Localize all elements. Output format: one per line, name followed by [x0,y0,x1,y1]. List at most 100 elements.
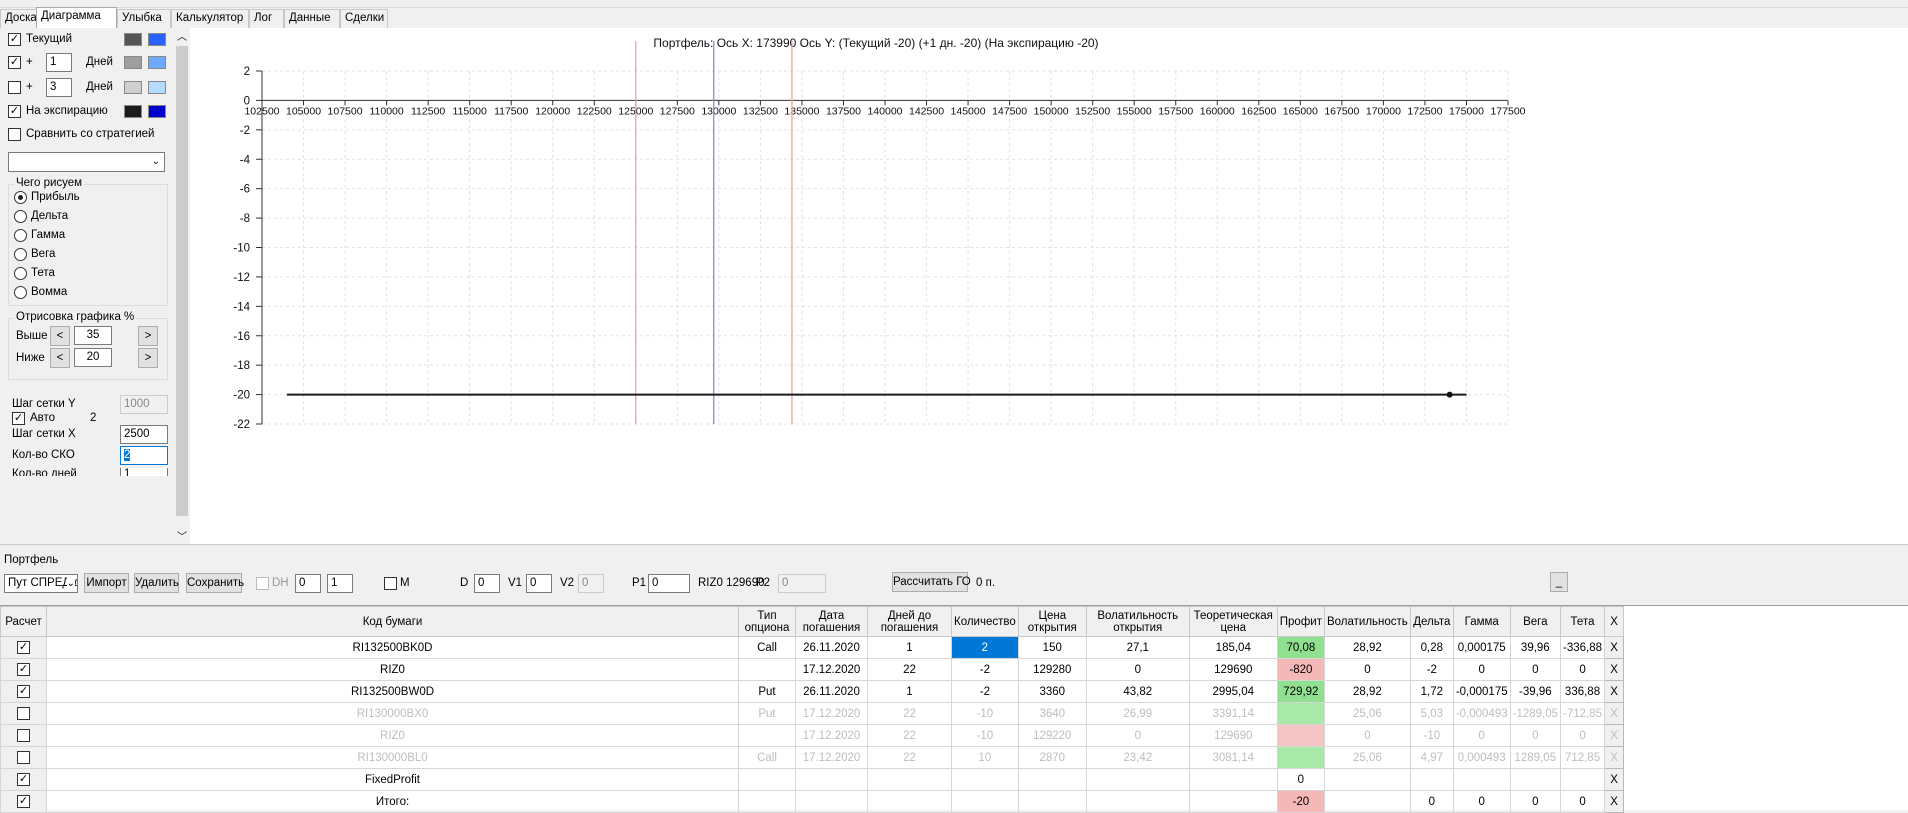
cut-input[interactable]: 1 [120,468,168,476]
tab-board[interactable]: Доска [0,9,37,28]
cell-qty[interactable]: -2 [951,658,1019,681]
column-header[interactable]: Гамма [1452,606,1511,637]
column-header[interactable]: Теоретическая цена [1188,606,1278,637]
cell-code[interactable]: RI132500BW0D [46,680,739,703]
cell-gamma[interactable]: -0,000493 [1452,702,1511,725]
cell-qty[interactable]: 10 [951,746,1019,769]
m-checkbox[interactable] [384,577,397,590]
cell-open[interactable]: 3360 [1017,680,1087,703]
cell-type[interactable] [738,790,796,813]
compare-checkbox[interactable] [8,128,21,141]
column-header[interactable]: Волатильность открытия [1085,606,1190,637]
tab-diagram[interactable]: Диаграмма [36,7,117,28]
cell-date[interactable]: 17.12.2020 [795,702,868,725]
cell-open[interactable]: 3640 [1017,702,1087,725]
cell-gamma[interactable]: 0 [1452,724,1511,747]
table-row[interactable]: ✓ RI132500BK0D Call 26.11.2020 1 2 150 27,1 185,… [0,636,1625,659]
cell-theta[interactable]: 0 [1560,724,1606,747]
cell-vol[interactable]: 28,92 [1323,636,1411,659]
remove-row-button[interactable]: X [1604,702,1625,725]
draw-option-radio[interactable] [14,267,27,280]
cell-days[interactable]: 22 [867,724,952,747]
current-color-1[interactable] [124,33,142,46]
cell-vol[interactable]: 0 [1323,724,1411,747]
save-button[interactable]: Сохранить [186,573,244,593]
calc-checkbox[interactable]: ✓ [17,685,30,698]
cell-gamma[interactable]: -0,000175 [1452,680,1511,703]
cell-qty[interactable] [951,768,1019,791]
table-row[interactable]: RIZ0 17.12.2020 22 -10 129220 0 129690 0 -10 0 0 0 X [0,724,1625,747]
cell-vol_open[interactable]: 23,42 [1085,746,1190,769]
calc-checkbox[interactable] [17,751,30,764]
cell-code[interactable]: RI130000BX0 [46,702,739,725]
cell-profit[interactable]: 729,92 [1276,680,1325,703]
cell-delta[interactable]: 4,97 [1409,746,1454,769]
cell-theta[interactable]: 0 [1560,658,1606,681]
import-button[interactable]: Импорт [84,573,129,593]
cell-date[interactable]: 26.11.2020 [795,680,868,703]
cell-open[interactable] [1017,768,1087,791]
cell-vega[interactable]: 0 [1509,658,1562,681]
cell-code[interactable]: FixedProfit [46,768,739,791]
cell-date[interactable]: 26.11.2020 [795,636,868,659]
column-header[interactable]: Вега [1509,606,1562,637]
cell-theta[interactable]: 0 [1560,790,1606,813]
grid-y-input[interactable]: 1000 [120,395,168,414]
days1-color-2[interactable] [148,56,166,69]
cell-delta[interactable]: 0,28 [1409,636,1454,659]
above-input[interactable]: 35 [74,326,112,345]
cell-vol_open[interactable]: 0 [1085,724,1190,747]
cell-vega[interactable]: 0 [1509,724,1562,747]
delete-button[interactable]: Удалить [134,573,179,593]
cell-date[interactable]: 17.12.2020 [795,658,868,681]
tab-deals[interactable]: Сделки [340,9,388,28]
cell-gamma[interactable] [1452,768,1511,791]
table-row[interactable]: RI130000BX0 Put 17.12.2020 22 -10 3640 26,99 33… [0,702,1625,725]
days2-color-2[interactable] [148,81,166,94]
above-decrease-button[interactable]: < [50,326,70,346]
current-checkbox[interactable]: ✓ [8,33,21,46]
cell-qty[interactable]: -10 [951,724,1019,747]
cell-theo[interactable] [1188,790,1278,813]
draw-option-radio[interactable] [14,191,27,204]
remove-row-button[interactable]: X [1604,746,1625,769]
expiry-color-1[interactable] [124,105,142,118]
scroll-down-icon[interactable]: ﹀ [177,528,187,543]
days1-checkbox[interactable]: ✓ [8,56,21,69]
cell-vega[interactable]: 39,96 [1509,636,1562,659]
cell-open[interactable] [1017,790,1087,813]
compare-strategy-dropdown[interactable]: ⌄ [8,152,165,172]
cell-profit[interactable]: 0 [1276,768,1325,791]
cell-qty[interactable] [951,790,1019,813]
cell-gamma[interactable]: 0,000175 [1452,636,1511,659]
column-header[interactable]: Расчет [0,606,47,637]
cell-vega[interactable]: -1289,05 [1509,702,1562,725]
v1-input[interactable]: 0 [526,574,552,593]
remove-row-button[interactable]: X [1604,768,1625,791]
cell-theo[interactable]: 3081,14 [1188,746,1278,769]
column-header[interactable]: Дней до погашения [867,606,952,637]
draw-option-radio[interactable] [14,210,27,223]
days1-color-1[interactable] [124,56,142,69]
column-header[interactable]: Дельта [1409,606,1454,637]
cell-days[interactable] [867,768,952,791]
table-row[interactable]: ✓ FixedProfit 0 X [0,768,1625,791]
dh-checkbox[interactable] [256,577,269,590]
cell-type[interactable] [738,724,796,747]
grid-x-input[interactable]: 2500 [120,425,168,444]
cell-theo[interactable]: 3391,14 [1188,702,1278,725]
cell-type[interactable]: Call [738,636,796,659]
cell-days[interactable]: 22 [867,658,952,681]
cell-gamma[interactable]: 0 [1452,658,1511,681]
sko-input[interactable]: 2 [120,446,168,465]
cell-vega[interactable]: 0 [1509,790,1562,813]
tab-data[interactable]: Данные [284,9,340,28]
cell-open[interactable]: 129220 [1017,724,1087,747]
cell-theta[interactable]: 336,88 [1560,680,1606,703]
column-header[interactable]: Дата погашения [795,606,868,637]
cell-theta[interactable]: 712,85 [1560,746,1606,769]
cell-vol_open[interactable]: 26,99 [1085,702,1190,725]
cell-profit[interactable] [1276,746,1325,769]
cell-qty[interactable]: 2 [951,636,1019,659]
cell-delta[interactable]: -10 [1409,724,1454,747]
